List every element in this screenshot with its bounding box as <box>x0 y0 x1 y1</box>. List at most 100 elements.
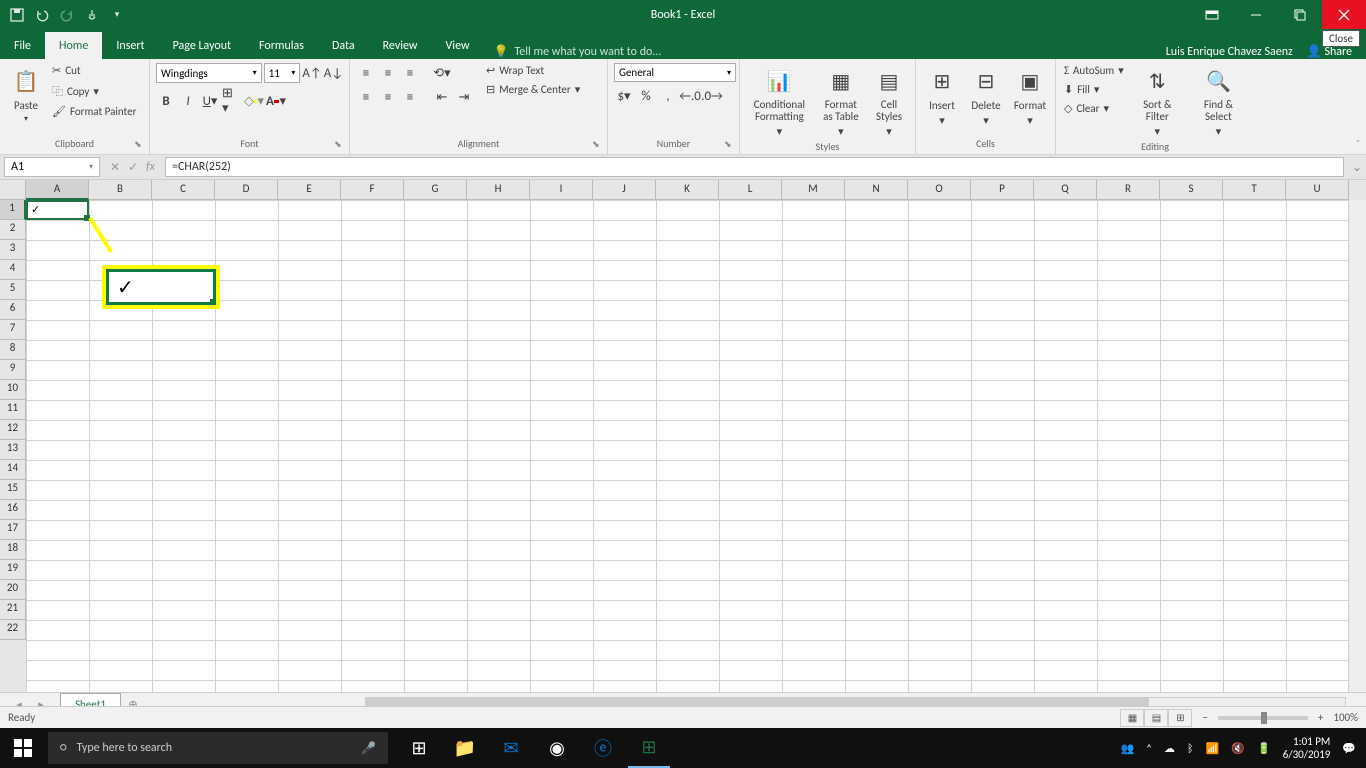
row-header-13[interactable]: 13 <box>0 440 26 460</box>
decrease-indent-icon[interactable]: ⇤ <box>432 87 452 107</box>
column-header-e[interactable]: E <box>278 180 341 200</box>
cell-styles-button[interactable]: ▤Cell Styles▾ <box>869 63 909 140</box>
column-header-t[interactable]: T <box>1223 180 1286 200</box>
chrome-icon[interactable]: ◉ <box>536 728 578 768</box>
save-icon[interactable] <box>6 4 28 26</box>
page-break-view-button[interactable]: ⊞ <box>1168 709 1192 727</box>
touch-mode-icon[interactable] <box>81 4 103 26</box>
zoom-level[interactable]: 100% <box>1333 711 1358 724</box>
column-header-n[interactable]: N <box>845 180 908 200</box>
italic-button[interactable]: I <box>178 91 198 111</box>
column-header-m[interactable]: M <box>782 180 845 200</box>
row-header-11[interactable]: 11 <box>0 400 26 420</box>
file-explorer-icon[interactable]: 📁 <box>444 728 486 768</box>
wifi-icon[interactable]: 📶 <box>1206 742 1220 755</box>
column-header-r[interactable]: R <box>1097 180 1160 200</box>
format-as-table-button[interactable]: ▦Format as Table▾ <box>817 63 865 140</box>
row-header-2[interactable]: 2 <box>0 220 26 240</box>
clock[interactable]: 1:01 PM 6/30/2019 <box>1283 735 1331 761</box>
row-header-4[interactable]: 4 <box>0 260 26 280</box>
cells-area[interactable]: ✓ ✓ <box>26 200 1348 692</box>
align-middle-icon[interactable]: ≡ <box>378 63 398 83</box>
page-layout-view-button[interactable]: ▤ <box>1144 709 1168 727</box>
battery-icon[interactable]: 🔋 <box>1257 742 1271 755</box>
fill-button[interactable]: ⬇Fill ▾ <box>1062 82 1126 97</box>
tab-page-layout[interactable]: Page Layout <box>159 32 245 59</box>
orientation-icon[interactable]: ⟲▾ <box>432 63 452 83</box>
number-launcher[interactable]: ⬊ <box>724 139 736 151</box>
expand-formula-bar-icon[interactable]: ⌄ <box>1348 160 1366 175</box>
row-header-22[interactable]: 22 <box>0 620 26 640</box>
row-header-18[interactable]: 18 <box>0 540 26 560</box>
column-header-i[interactable]: I <box>530 180 593 200</box>
font-launcher[interactable]: ⬊ <box>334 139 346 151</box>
percent-format-icon[interactable]: % <box>636 86 656 106</box>
tell-me-search[interactable]: 💡 Tell me what you want to do... <box>484 44 662 59</box>
row-header-9[interactable]: 9 <box>0 360 26 380</box>
column-header-l[interactable]: L <box>719 180 782 200</box>
column-header-o[interactable]: O <box>908 180 971 200</box>
increase-indent-icon[interactable]: ⇥ <box>454 87 474 107</box>
row-header-7[interactable]: 7 <box>0 320 26 340</box>
column-header-f[interactable]: F <box>341 180 404 200</box>
user-name[interactable]: Luis Enrique Chavez Saenz <box>1166 45 1293 59</box>
increase-font-icon[interactable]: A↑ <box>302 63 321 83</box>
normal-view-button[interactable]: ▦ <box>1120 709 1144 727</box>
format-painter-button[interactable]: 🖌Format Painter <box>50 104 138 119</box>
column-header-s[interactable]: S <box>1160 180 1223 200</box>
taskbar-search[interactable]: ○ Type here to search 🎤 <box>48 732 388 764</box>
sort-filter-button[interactable]: ⇅Sort & Filter▾ <box>1130 63 1185 140</box>
collapse-ribbon-icon[interactable]: ˇ <box>1356 137 1360 150</box>
merge-center-button[interactable]: ⊟Merge & Center ▾ <box>484 82 582 97</box>
task-view-icon[interactable]: ⊞ <box>398 728 440 768</box>
zoom-thumb[interactable] <box>1261 712 1267 724</box>
align-left-icon[interactable]: ≡ <box>356 87 376 107</box>
font-size-combo[interactable]: 11▾ <box>264 63 301 83</box>
row-header-19[interactable]: 19 <box>0 560 26 580</box>
underline-button[interactable]: U ▾ <box>200 91 220 111</box>
row-header-21[interactable]: 21 <box>0 600 26 620</box>
font-name-combo[interactable]: Wingdings▾ <box>156 63 262 83</box>
clipboard-launcher[interactable]: ⬊ <box>134 139 146 151</box>
column-header-b[interactable]: B <box>89 180 152 200</box>
column-header-h[interactable]: H <box>467 180 530 200</box>
align-top-icon[interactable]: ≡ <box>356 63 376 83</box>
row-header-15[interactable]: 15 <box>0 480 26 500</box>
row-header-20[interactable]: 20 <box>0 580 26 600</box>
cut-button[interactable]: ✂Cut <box>50 63 138 78</box>
tab-view[interactable]: View <box>432 32 484 59</box>
name-box[interactable]: A1▾ <box>4 157 100 177</box>
notifications-icon[interactable]: 💬 <box>1342 742 1356 755</box>
column-header-g[interactable]: G <box>404 180 467 200</box>
decrease-font-icon[interactable]: A↓ <box>324 63 343 83</box>
column-header-q[interactable]: Q <box>1034 180 1097 200</box>
row-header-12[interactable]: 12 <box>0 420 26 440</box>
cancel-formula-icon[interactable]: ✕ <box>110 160 120 175</box>
increase-decimal-icon[interactable]: ←.0 <box>680 86 700 106</box>
edge-icon[interactable]: ⓔ <box>582 728 624 768</box>
qat-customize-icon[interactable]: ▾ <box>106 4 128 26</box>
copy-button[interactable]: ⿻Copy ▾ <box>50 82 138 100</box>
column-header-u[interactable]: U <box>1286 180 1349 200</box>
number-format-combo[interactable]: General▾ <box>614 63 736 82</box>
row-header-5[interactable]: 5 <box>0 280 26 300</box>
close-button[interactable] <box>1322 0 1366 29</box>
column-header-p[interactable]: P <box>971 180 1034 200</box>
start-button[interactable] <box>0 739 46 757</box>
align-bottom-icon[interactable]: ≡ <box>400 63 420 83</box>
align-right-icon[interactable]: ≡ <box>400 87 420 107</box>
row-header-10[interactable]: 10 <box>0 380 26 400</box>
accounting-format-icon[interactable]: $▾ <box>614 86 634 106</box>
font-color-button[interactable]: A▾ <box>266 91 286 111</box>
onedrive-icon[interactable]: ☁ <box>1164 742 1175 755</box>
vertical-scrollbar[interactable] <box>1348 200 1366 692</box>
row-header-8[interactable]: 8 <box>0 340 26 360</box>
fx-icon[interactable]: fx <box>146 160 155 175</box>
insert-cells-button[interactable]: ⊞Insert▾ <box>922 63 962 129</box>
zoom-slider[interactable] <box>1218 716 1308 720</box>
selected-cell-a1[interactable]: ✓ <box>26 200 89 220</box>
tab-insert[interactable]: Insert <box>102 32 158 59</box>
alignment-launcher[interactable]: ⬊ <box>592 139 604 151</box>
zoom-in-button[interactable]: + <box>1318 711 1323 724</box>
tray-chevron-icon[interactable]: ˄ <box>1146 742 1152 755</box>
